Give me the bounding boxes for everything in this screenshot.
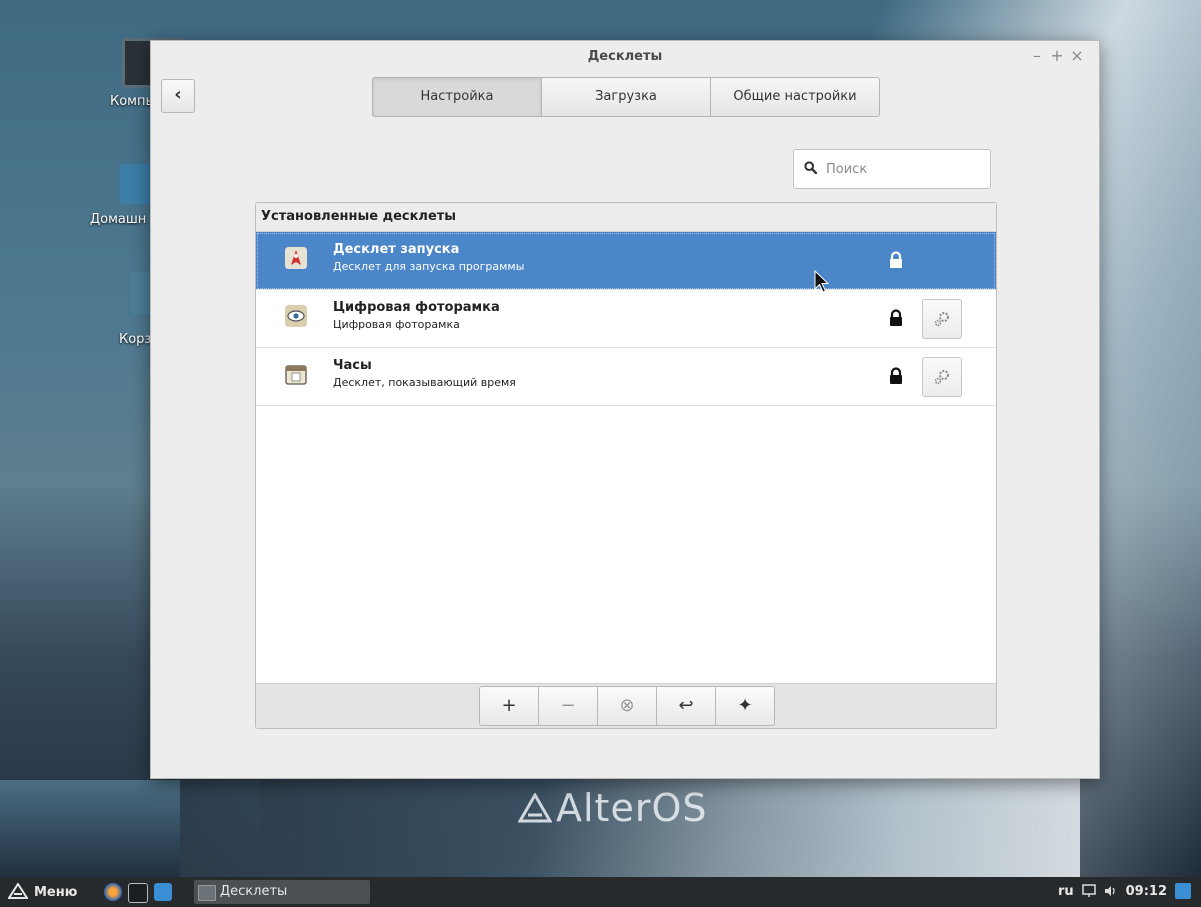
titlebar[interactable]: Десклеты – + ×	[151, 41, 1099, 71]
add-button[interactable]: +	[479, 686, 539, 726]
lock-icon	[890, 367, 902, 384]
desklet-name: Цифровая фоторамка	[333, 300, 500, 315]
system-tray: ru 09:12	[1058, 883, 1191, 899]
firefox-icon[interactable]	[104, 883, 122, 901]
calendar-icon[interactable]	[1175, 883, 1191, 899]
menu-button[interactable]: Меню	[8, 883, 77, 900]
back-button[interactable]: ‹	[161, 79, 195, 113]
quick-launchers	[104, 883, 172, 903]
desklet-list-panel: Установленные десклеты Десклет запуска Д…	[255, 202, 997, 729]
clear-button[interactable]: ⊗	[597, 686, 657, 726]
maximize-button[interactable]: +	[1047, 46, 1067, 65]
toolbar-button-group: + − ⊗ ↩ ✦	[479, 686, 775, 726]
tab-general-settings[interactable]: Общие настройки	[710, 77, 880, 117]
gear-icon	[934, 312, 949, 327]
configure-button[interactable]	[922, 357, 962, 397]
close-button[interactable]: ×	[1067, 46, 1087, 65]
more-button[interactable]: ✦	[715, 686, 775, 726]
menu-label: Меню	[34, 885, 78, 900]
desktop-icon-label: Домашн	[90, 212, 147, 227]
desklet-description: Цифровая фоторамка	[333, 318, 460, 331]
taskbar-window-desklets[interactable]: Десклеты	[194, 880, 370, 904]
lock-icon	[890, 309, 902, 326]
chevron-left-icon: ‹	[174, 84, 182, 105]
alteros-logo-icon	[8, 883, 28, 899]
tab-manage[interactable]: Настройка	[372, 77, 542, 117]
desklet-description: Десклет для запуска программы	[333, 260, 525, 273]
list-item[interactable]: Цифровая фоторамка Цифровая фоторамка	[256, 290, 996, 348]
task-label: Десклеты	[220, 884, 288, 899]
remove-button[interactable]: −	[538, 686, 598, 726]
mouse-pointer-icon	[814, 270, 830, 293]
volume-icon[interactable]	[1104, 884, 1118, 898]
alteros-logo-icon	[518, 793, 552, 823]
lock-icon	[890, 251, 902, 268]
list-item[interactable]: Часы Десклет, показывающий время	[256, 348, 996, 406]
calendar-icon	[285, 365, 307, 385]
search-icon	[804, 161, 817, 174]
window-title: Десклеты	[587, 49, 663, 64]
list-header: Установленные десклеты	[256, 203, 996, 232]
minimize-button[interactable]: –	[1027, 46, 1047, 65]
brand-watermark: AlterOS	[518, 786, 708, 830]
brand-text: AlterOS	[556, 786, 708, 830]
window-icon	[198, 885, 216, 901]
tab-bar: Настройка Загрузка Общие настройки	[372, 77, 880, 117]
configure-button[interactable]	[922, 299, 962, 339]
launcher-icon	[285, 247, 307, 269]
desktop-icon-label: Корз	[119, 332, 152, 347]
gear-icon	[934, 370, 949, 385]
network-icon[interactable]	[1081, 884, 1096, 898]
desklet-name: Десклет запуска	[333, 242, 460, 257]
list-toolbar: + − ⊗ ↩ ✦	[256, 683, 996, 728]
window-controls: – + ×	[1027, 46, 1087, 65]
list-header-label: Установленные десклеты	[261, 209, 457, 224]
desktop-icon-label: Компь	[110, 94, 154, 109]
list-item[interactable]: Десклет запуска Десклет для запуска прог…	[256, 232, 996, 290]
terminal-icon[interactable]	[128, 883, 148, 903]
tab-download[interactable]: Загрузка	[541, 77, 711, 117]
clock[interactable]: 09:12	[1126, 884, 1167, 899]
search-input[interactable]	[824, 150, 988, 188]
photo-frame-icon	[285, 305, 307, 327]
search-box[interactable]	[793, 149, 991, 189]
file-manager-icon[interactable]	[154, 883, 172, 901]
desklet-description: Десклет, показывающий время	[333, 376, 516, 389]
desklets-window: Десклеты – + × ‹ Настройка Загрузка Общие …	[150, 40, 1100, 779]
desklet-name: Часы	[333, 358, 372, 373]
restore-button[interactable]: ↩	[656, 686, 716, 726]
keyboard-layout[interactable]: ru	[1058, 884, 1074, 899]
taskbar: Меню Десклеты ru 09:12	[0, 877, 1201, 907]
